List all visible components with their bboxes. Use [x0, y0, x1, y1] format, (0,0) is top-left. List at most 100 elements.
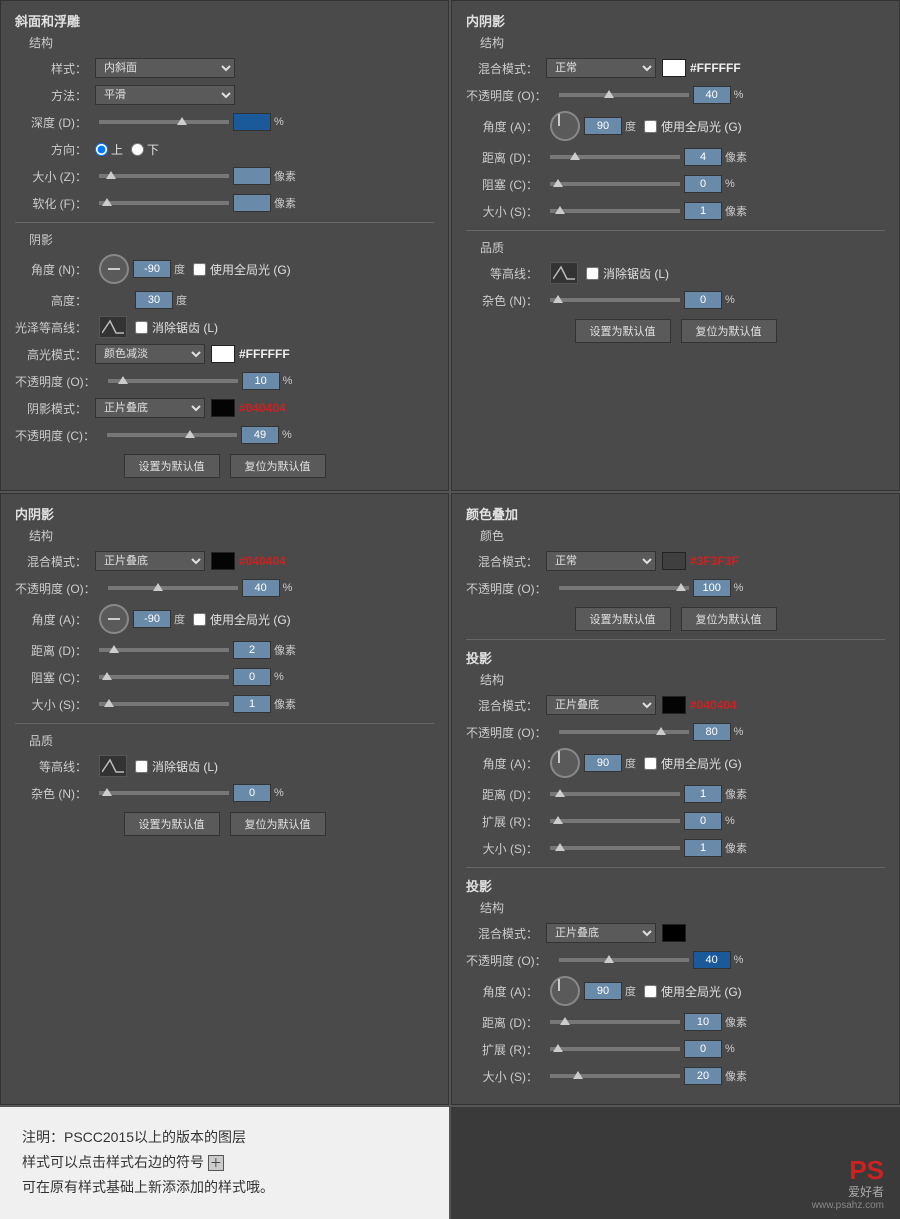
sh2-blend-select[interactable]: 正片叠底 — [546, 923, 656, 943]
direction-up[interactable]: 上 — [95, 141, 123, 158]
shadow-section-label: 阴影 — [29, 231, 434, 248]
tr-choke-input[interactable] — [684, 175, 722, 193]
sh1-angle-dial[interactable] — [550, 748, 580, 778]
bl-choke-slider[interactable] — [99, 675, 229, 679]
sh1-blend-select[interactable]: 正片叠底 — [546, 695, 656, 715]
sh1-opacity-label: 不透明度 (O)： — [466, 724, 555, 741]
tr-size-input[interactable] — [684, 202, 722, 220]
depth-input[interactable]: 100 — [233, 113, 271, 131]
sh2-color-swatch[interactable] — [662, 924, 686, 942]
sh1-size-slider[interactable] — [550, 846, 680, 850]
tr-choke-slider[interactable] — [550, 182, 680, 186]
highlight-opacity-slider[interactable] — [108, 379, 238, 383]
sh2-distance-slider[interactable] — [550, 1020, 680, 1024]
shadow-mode-select[interactable]: 正片叠底 — [95, 398, 205, 418]
bl-noise-slider[interactable] — [99, 791, 229, 795]
sh2-opacity-slider[interactable] — [559, 958, 689, 962]
soften-input[interactable]: 0 — [233, 194, 271, 212]
co-default-btn[interactable]: 设置为默认值 — [575, 607, 671, 631]
sh1-angle-input[interactable] — [584, 754, 622, 772]
tr-global-check[interactable]: 使用全局光 (G) — [644, 118, 742, 135]
co-opacity-slider[interactable] — [559, 586, 689, 590]
method-select[interactable]: 平滑 — [95, 85, 235, 105]
co-reset-btn[interactable]: 复位为默认值 — [681, 607, 777, 631]
sh1-size-input[interactable] — [684, 839, 722, 857]
sh1-spread-input[interactable] — [684, 812, 722, 830]
altitude-input[interactable] — [135, 291, 173, 309]
co-opacity-input[interactable] — [693, 579, 731, 597]
bl-angle-input[interactable] — [133, 610, 171, 628]
bl-size-slider[interactable] — [99, 702, 229, 706]
gloss-contour-preview[interactable] — [99, 316, 127, 338]
bl-global-check[interactable]: 使用全局光 (G) — [193, 611, 291, 628]
bl-noise-input[interactable] — [233, 784, 271, 802]
ps-site-name: 爱好者 — [812, 1183, 884, 1200]
tr-remove-alias-check[interactable]: 消除锯齿 (L) — [586, 265, 669, 282]
soften-slider[interactable] — [99, 201, 229, 205]
shadow-opacity-slider[interactable] — [107, 433, 237, 437]
highlight-mode-select[interactable]: 颜色减淡 — [95, 344, 205, 364]
sh2-distance-input[interactable] — [684, 1013, 722, 1031]
tr-opacity-input[interactable] — [693, 86, 731, 104]
tr-angle-dial[interactable] — [550, 111, 580, 141]
sh1-color-swatch[interactable] — [662, 696, 686, 714]
co-color-swatch[interactable] — [662, 552, 686, 570]
highlight-color-swatch[interactable] — [211, 345, 235, 363]
co-blend-select[interactable]: 正常 — [546, 551, 656, 571]
sh1-distance-slider[interactable] — [550, 792, 680, 796]
bl-angle-dial[interactable] — [99, 604, 129, 634]
sh1-opacity-input[interactable] — [693, 723, 731, 741]
tr-blend-select[interactable]: 正常 — [546, 58, 656, 78]
sh1-spread-slider[interactable] — [550, 819, 680, 823]
sh2-opacity-input[interactable] — [693, 951, 731, 969]
sh2-global-check[interactable]: 使用全局光 (G) — [644, 983, 742, 1000]
bl-opacity-slider[interactable] — [108, 586, 238, 590]
sh2-spread-slider[interactable] — [550, 1047, 680, 1051]
bl-distance-input[interactable] — [233, 641, 271, 659]
bl-default-btn[interactable]: 设置为默认值 — [124, 812, 220, 836]
sh2-size-input[interactable] — [684, 1067, 722, 1085]
bevel-default-btn[interactable]: 设置为默认值 — [124, 454, 220, 478]
tr-blend-color-swatch[interactable] — [662, 59, 686, 77]
tr-default-btn[interactable]: 设置为默认值 — [575, 319, 671, 343]
tr-angle-input[interactable] — [584, 117, 622, 135]
bl-reset-btn[interactable]: 复位为默认值 — [230, 812, 326, 836]
bevel-reset-btn[interactable]: 复位为默认值 — [230, 454, 326, 478]
sh2-spread-input[interactable] — [684, 1040, 722, 1058]
tr-opacity-slider[interactable] — [559, 93, 689, 97]
bl-contour-preview[interactable] — [99, 755, 127, 777]
sh2-angle-input[interactable] — [584, 982, 622, 1000]
bl-blend-color-swatch[interactable] — [211, 552, 235, 570]
bl-distance-slider[interactable] — [99, 648, 229, 652]
bl-blend-select[interactable]: 正片叠底 — [95, 551, 205, 571]
tr-reset-btn[interactable]: 复位为默认值 — [681, 319, 777, 343]
bl-opacity-input[interactable] — [242, 579, 280, 597]
tr-contour-preview[interactable] — [550, 262, 578, 284]
style-select[interactable]: 内斜面 — [95, 58, 235, 78]
sh2-angle-dial[interactable] — [550, 976, 580, 1006]
sh2-size-slider[interactable] — [550, 1074, 680, 1078]
angle-dial[interactable] — [99, 254, 129, 284]
angle-input[interactable] — [133, 260, 171, 278]
tr-size-slider[interactable] — [550, 209, 680, 213]
global-light-check[interactable]: 使用全局光 (G) — [193, 261, 291, 278]
sh1-opacity-slider[interactable] — [559, 730, 689, 734]
tr-noise-slider[interactable] — [550, 298, 680, 302]
sh1-distance-input[interactable] — [684, 785, 722, 803]
size-slider[interactable] — [99, 174, 229, 178]
depth-slider[interactable] — [99, 120, 229, 124]
remove-alias-check[interactable]: 消除锯齿 (L) — [135, 319, 218, 336]
highlight-opacity-input[interactable] — [242, 372, 280, 390]
bl-choke-input[interactable] — [233, 668, 271, 686]
direction-down[interactable]: 下 — [131, 141, 159, 158]
bl-remove-alias-check[interactable]: 消除锯齿 (L) — [135, 758, 218, 775]
bl-size-input[interactable] — [233, 695, 271, 713]
size-input[interactable]: 1 — [233, 167, 271, 185]
tr-distance-input[interactable] — [684, 148, 722, 166]
shadow-opacity-input[interactable] — [241, 426, 279, 444]
sh1-global-check[interactable]: 使用全局光 (G) — [644, 755, 742, 772]
tr-distance-slider[interactable] — [550, 155, 680, 159]
tr-noise-input[interactable] — [684, 291, 722, 309]
shadow2-structure: 结构 — [480, 899, 885, 916]
shadow-color-swatch[interactable] — [211, 399, 235, 417]
